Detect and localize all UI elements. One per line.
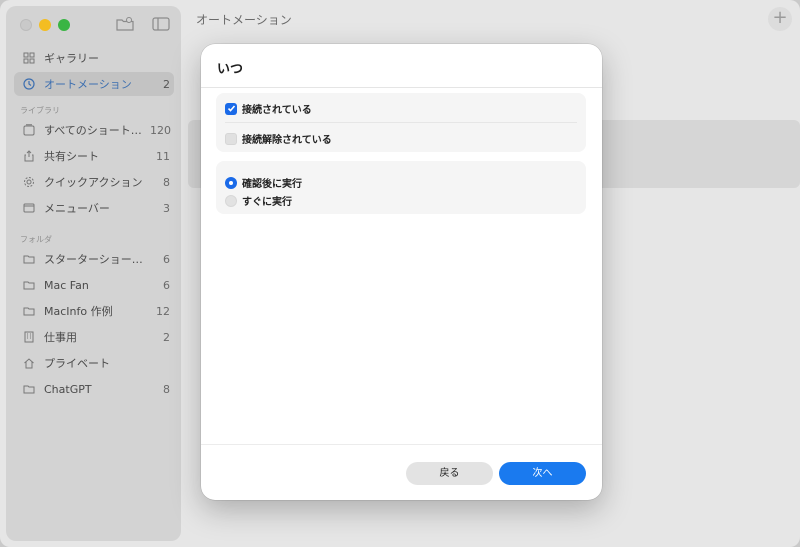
minimize-window-button[interactable]	[39, 19, 51, 31]
radio-selected-icon[interactable]	[225, 176, 237, 189]
back-button[interactable]: 戻る	[406, 462, 493, 485]
sidebar-item-count: 6	[163, 278, 170, 292]
sidebar-item-label: プライベート	[44, 357, 110, 370]
divider	[201, 87, 602, 88]
radio-run-immediately[interactable]: すぐに実行	[225, 193, 292, 208]
maximize-window-button[interactable]	[58, 19, 70, 31]
sidebar-item-label: 共有シート	[44, 150, 99, 163]
automation-trigger-dialog: いつ 接続されている 接続解除されている 確認後に実行 すぐに実行 戻る 次へ	[201, 44, 602, 500]
sidebar-item-count: 2	[163, 330, 170, 344]
building-icon	[22, 330, 36, 344]
sidebar-item-folder[interactable]: ChatGPT 8	[14, 377, 174, 401]
shortcuts-icon	[22, 123, 36, 137]
sidebar-item-label: Mac Fan	[44, 278, 89, 292]
sidebar-item-label: 仕事用	[44, 331, 77, 344]
checkbox-connected[interactable]: 接続されている	[225, 101, 312, 116]
connection-options-group: 接続されている 接続解除されている	[216, 93, 586, 152]
sidebar-item-label: MacInfo 作例	[44, 305, 113, 318]
sidebar-item-label: クイックアクション	[44, 176, 143, 189]
sidebar-item-label: ギャラリー	[44, 52, 99, 65]
dialog-title: いつ	[217, 62, 244, 77]
sidebar-item-all-shortcuts[interactable]: すべてのショート… 120	[14, 118, 174, 142]
checkbox-unchecked-icon[interactable]	[225, 132, 237, 145]
sidebar-item-label: ChatGPT	[44, 382, 92, 396]
sidebar-item-count: 6	[163, 252, 170, 266]
sidebar-item-gallery[interactable]: ギャラリー	[14, 46, 174, 70]
gear-icon	[22, 175, 36, 189]
sidebar-item-label: オートメーション	[44, 78, 132, 91]
sidebar-item-share-sheet[interactable]: 共有シート 11	[14, 144, 174, 168]
folder-icon	[22, 304, 36, 318]
folder-icon	[22, 252, 36, 266]
app-window: ギャラリー オートメーション 2 ライブラリ すべてのショート… 120 共有シ…	[0, 0, 800, 547]
window-title: オートメーション	[196, 13, 292, 27]
folder-icon	[22, 382, 36, 396]
sidebar-item-count: 120	[150, 123, 171, 137]
home-icon	[22, 356, 36, 370]
close-window-button[interactable]	[20, 19, 32, 31]
sidebar-item-menu-bar[interactable]: メニューバー 3	[14, 196, 174, 220]
sidebar-toggle-icon[interactable]	[152, 16, 170, 31]
sidebar-item-label: すべてのショート…	[44, 124, 142, 137]
option-label: 確認後に実行	[242, 179, 302, 190]
clock-icon	[22, 77, 36, 91]
sidebar-item-count: 11	[156, 149, 170, 163]
share-icon	[22, 149, 36, 163]
next-button[interactable]: 次へ	[499, 462, 586, 485]
checkbox-checked-icon[interactable]	[225, 102, 237, 115]
add-automation-button[interactable]: +	[768, 7, 792, 31]
sidebar-item-label: メニューバー	[44, 202, 110, 215]
menubar-icon	[22, 201, 36, 215]
option-label: 接続されている	[242, 105, 312, 116]
sidebar-item-count: 8	[163, 175, 170, 189]
sidebar: ギャラリー オートメーション 2 ライブラリ すべてのショート… 120 共有シ…	[6, 6, 181, 541]
sidebar-item-automation[interactable]: オートメーション 2	[14, 72, 174, 96]
sidebar-item-count: 2	[163, 77, 170, 91]
run-mode-group: 確認後に実行 すぐに実行	[216, 161, 586, 214]
sidebar-item-folder[interactable]: MacInfo 作例 12	[14, 299, 174, 323]
sidebar-toolbar	[116, 16, 170, 31]
sidebar-item-folder[interactable]: Mac Fan 6	[14, 273, 174, 297]
window-controls	[20, 19, 70, 31]
sidebar-item-count: 8	[163, 382, 170, 396]
divider	[225, 122, 577, 123]
divider	[201, 444, 602, 445]
option-label: 接続解除されている	[242, 135, 332, 146]
new-folder-icon[interactable]	[116, 16, 134, 31]
library-heading: ライブラリ	[20, 106, 60, 115]
sidebar-item-folder[interactable]: スターターショートカ… 6	[14, 247, 174, 271]
option-label: すぐに実行	[242, 197, 292, 208]
radio-unselected-icon[interactable]	[225, 194, 237, 207]
folder-icon	[22, 278, 36, 292]
sidebar-item-count: 12	[156, 304, 170, 318]
radio-ask-before-run[interactable]: 確認後に実行	[225, 175, 302, 190]
sidebar-item-count: 3	[163, 201, 170, 215]
sidebar-item-folder[interactable]: プライベート	[14, 351, 174, 375]
gallery-icon	[22, 51, 36, 65]
sidebar-item-quick-actions[interactable]: クイックアクション 8	[14, 170, 174, 194]
checkbox-disconnected[interactable]: 接続解除されている	[225, 131, 332, 146]
folders-heading: フォルダ	[20, 235, 52, 244]
sidebar-item-folder[interactable]: 仕事用 2	[14, 325, 174, 349]
sidebar-item-label: スターターショートカ…	[44, 253, 150, 266]
